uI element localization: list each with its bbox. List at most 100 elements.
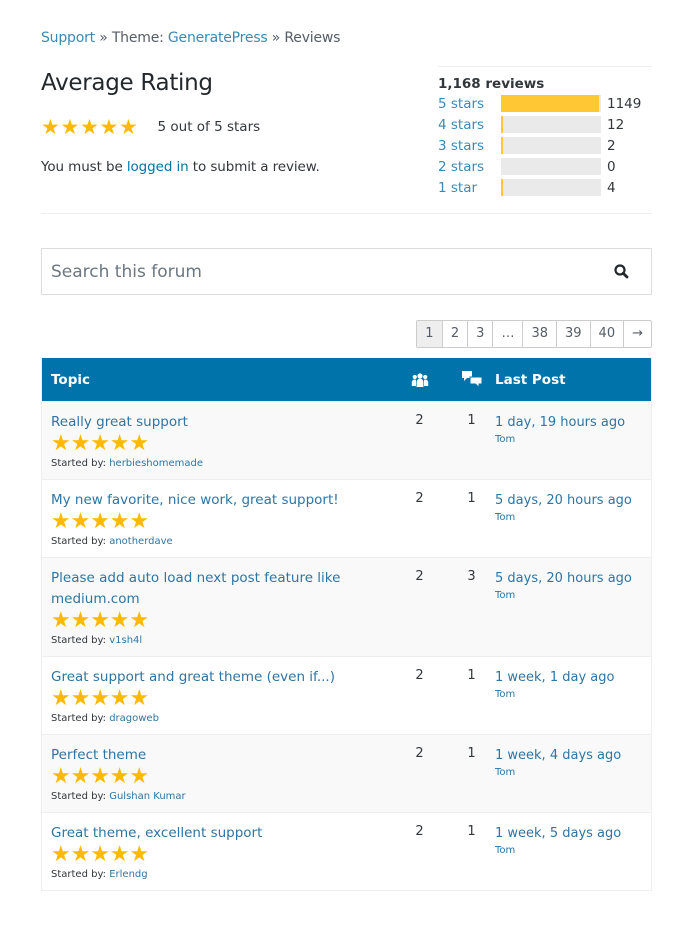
star-icon: ★ [51,608,71,633]
last-post-time-link[interactable]: 5 days, 20 hours ago [495,568,651,589]
topic-title-link[interactable]: Perfect theme [51,745,351,766]
topic-author-link[interactable]: Gulshan Kumar [109,791,185,802]
star-icon: ★ [90,686,110,711]
review-counts: 1,168 reviews 5 stars 1149 4 stars 12 3 star… [438,66,652,198]
users-icon [391,372,448,388]
star-icon: ★ [90,431,110,456]
started-by: Started by: herbieshomemade [51,458,391,469]
topic-cell: Really great support ★ ★ ★ ★ ★ Started by: her… [42,402,391,479]
star-icon: ★ [60,115,80,139]
rating-filter-link[interactable]: 2 stars [438,159,501,175]
last-post-author-link[interactable]: Tom [495,689,651,700]
star-icon: ★ [129,509,150,534]
rating-count-row: 5 stars 1149 [438,93,652,114]
started-by-label: Started by: [51,458,110,469]
topic-author-link[interactable]: herbieshomemade [109,458,203,469]
last-post-time-link[interactable]: 1 week, 4 days ago [495,745,651,766]
topic-cell: My new favorite, nice work, great suppor… [42,480,391,557]
topic-author-link[interactable]: v1sh4l [109,635,142,646]
last-post-author-link[interactable]: Tom [495,590,651,601]
page-38[interactable]: 38 [522,321,556,347]
login-note: You must be logged in to submit a review… [41,159,320,175]
rating-bar-fill [501,137,503,154]
rating-count: 12 [607,116,625,133]
breadcrumb-current: » Reviews [267,30,341,46]
last-post-cell: 1 week, 5 days ago Tom [495,813,651,856]
rating-filter-link[interactable]: 5 stars [438,96,501,112]
topic-author-link[interactable]: dragoweb [109,713,159,724]
star-icon: ★ [70,509,91,534]
next-page-button[interactable]: → [623,321,651,347]
last-post-author-link[interactable]: Tom [495,434,651,445]
last-post-cell: 5 days, 20 hours ago Tom [495,480,651,523]
posts-count: 1 [467,668,476,683]
topic-cell: Great support and great theme (even if..… [42,657,391,734]
table-row: Great theme, excellent support ★ ★ ★ ★ ★ Start… [42,812,651,890]
star-icon: ★ [51,509,71,534]
login-prefix: You must be [41,159,127,175]
posts-count: 1 [467,413,476,428]
rating-bar-fill [501,95,600,112]
last-post-time-link[interactable]: 1 day, 19 hours ago [495,412,651,433]
last-post-time-link[interactable]: 1 week, 1 day ago [495,667,651,688]
column-topic: Topic [51,371,90,388]
star-icon: ★ [99,115,119,139]
rating-count-row: 3 stars 2 [438,135,652,156]
rating-count: 1149 [607,95,642,112]
started-by: Started by: anotherdave [51,536,391,547]
star-icon: ★ [109,764,130,789]
star-icon: ★ [119,115,138,139]
search-icon[interactable] [613,263,631,281]
topic-author-link[interactable]: Erlendg [109,869,147,880]
topic-title-link[interactable]: Great support and great theme (even if..… [51,667,351,688]
rating-filter-link[interactable]: 1 star [438,180,501,196]
star-icon: ★ [51,764,71,789]
topic-title-link[interactable]: Please add auto load next post feature l… [51,568,351,610]
breadcrumb-sep-theme: » Theme: [94,30,168,46]
voices-count: 2 [415,746,424,761]
last-post-cell: 1 week, 4 days ago Tom [495,735,651,778]
topic-title-link[interactable]: Really great support [51,412,351,433]
search-form [41,248,652,295]
rating-bar [501,95,601,112]
last-post-author-link[interactable]: Tom [495,767,651,778]
breadcrumb-generatepress[interactable]: GeneratePress [168,30,268,46]
page-1[interactable]: 1 [416,321,442,347]
last-post-author-link[interactable]: Tom [495,845,651,856]
rating-bar [501,179,601,196]
page-3[interactable]: 3 [467,321,492,347]
voices-count: 2 [415,491,424,506]
rating-filter-link[interactable]: 3 stars [438,138,501,154]
last-post-cell: 1 day, 19 hours ago Tom [495,402,651,445]
star-icon: ★ [90,509,110,534]
average-rating-title: Average Rating [41,70,213,96]
last-post-time-link[interactable]: 5 days, 20 hours ago [495,490,651,511]
topic-title-link[interactable]: Great theme, excellent support [51,823,351,844]
breadcrumb: Support » Theme: GeneratePress » Reviews [41,30,340,46]
star-icon: ★ [51,431,71,456]
topic-author-link[interactable]: anotherdave [109,536,172,547]
started-by: Started by: Gulshan Kumar [51,791,391,802]
last-post-time-link[interactable]: 1 week, 5 days ago [495,823,651,844]
page-39[interactable]: 39 [556,321,590,347]
star-icon: ★ [129,608,150,633]
logged-in-link[interactable]: logged in [127,159,189,175]
breadcrumb-support[interactable]: Support [41,30,95,46]
page-2[interactable]: 2 [441,321,467,347]
started-by-label: Started by: [51,713,110,724]
rating-filter-link[interactable]: 4 stars [438,117,501,133]
page-40[interactable]: 40 [589,321,624,347]
voices-count: 2 [415,668,424,683]
started-by-label: Started by: [51,536,110,547]
started-by: Started by: v1sh4l [51,635,391,646]
page-ellipsis: … [492,321,522,347]
table-header: Topic Last Post [42,358,651,401]
posts-count: 1 [467,824,476,839]
search-input[interactable] [42,249,582,294]
table-row: Perfect theme ★ ★ ★ ★ ★ Started by: Gulshan Ku… [42,734,651,812]
last-post-author-link[interactable]: Tom [495,512,651,523]
average-rating-text: 5 out of 5 stars [157,119,261,135]
column-last-post: Last Post [495,371,566,388]
topic-title-link[interactable]: My new favorite, nice work, great suppor… [51,490,351,511]
rating-count-row: 1 star 4 [438,177,652,198]
